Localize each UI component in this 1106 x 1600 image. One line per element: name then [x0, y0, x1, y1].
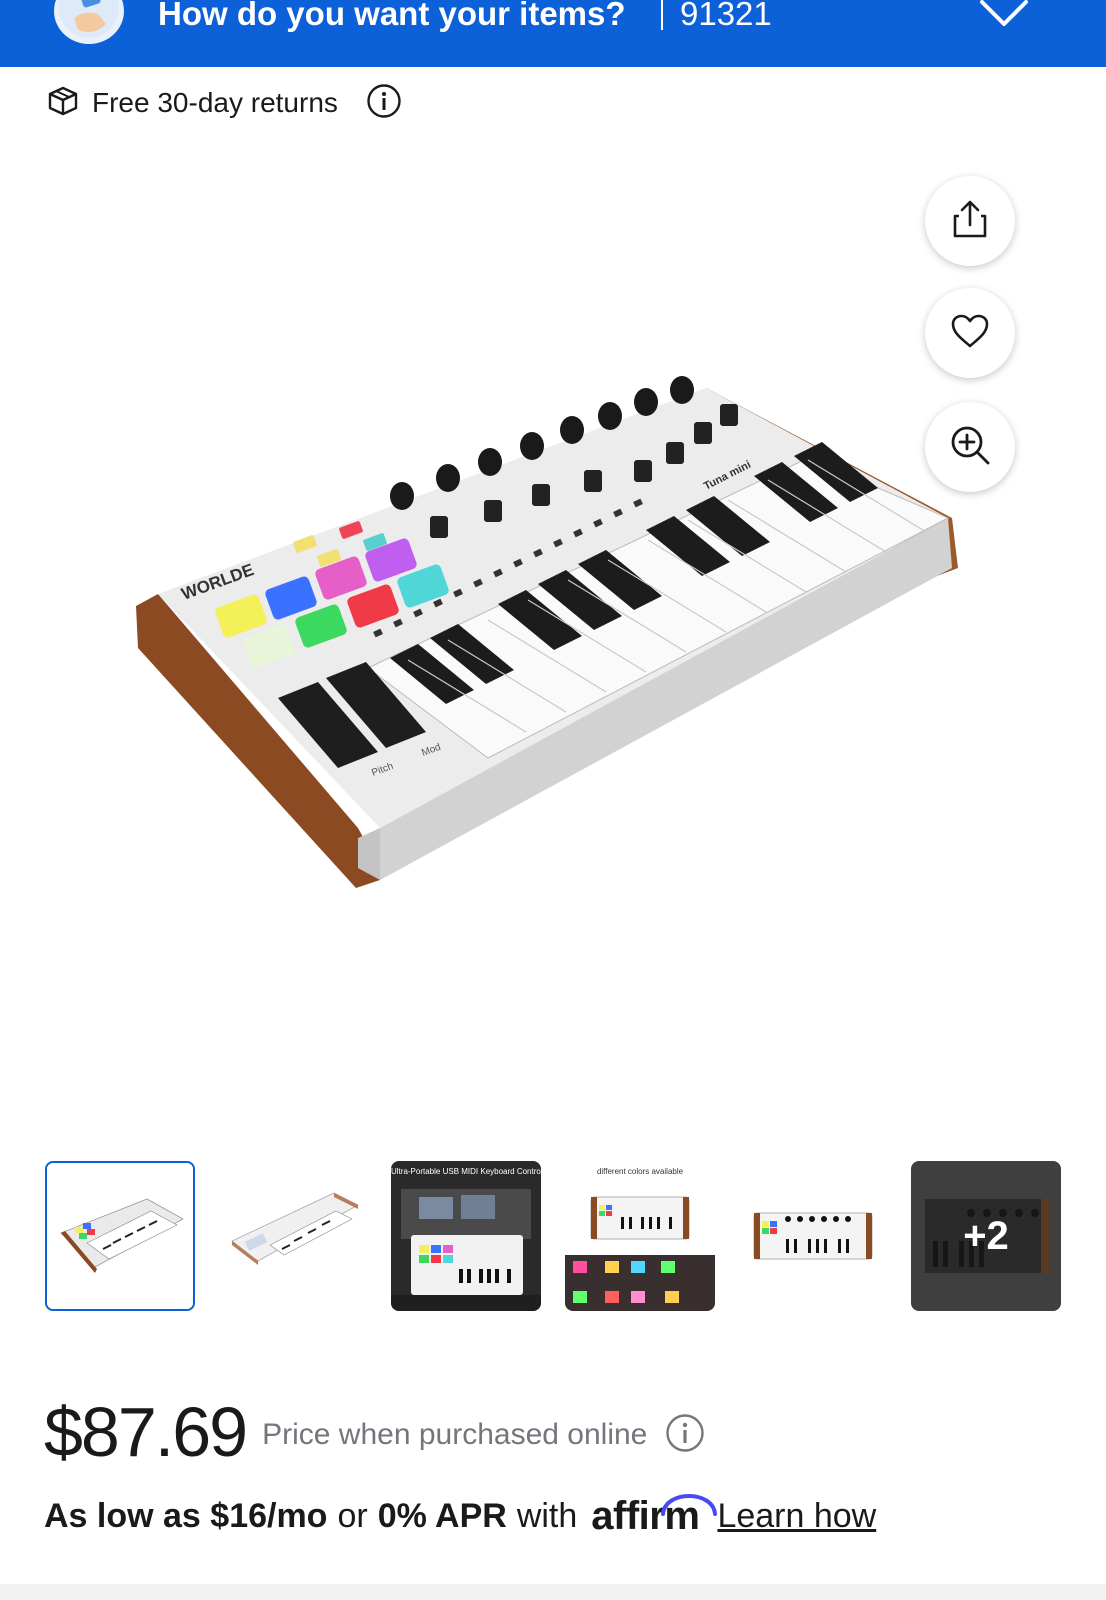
heart-icon — [950, 313, 990, 354]
affirm-logo: affirm — [591, 1494, 718, 1539]
monthly-price: As low as $16/mo — [44, 1496, 328, 1535]
more-images-count: +2 — [963, 1213, 1009, 1258]
thumbnail-more[interactable]: +2 — [911, 1161, 1061, 1311]
header-title: How do you want your items? — [158, 0, 626, 32]
thumbnail-strip: Ultra-Portable USB MIDI Keyboard Control… — [0, 1161, 1106, 1311]
financing-with: with — [516, 1496, 578, 1535]
learn-how-link[interactable]: Learn how — [717, 1497, 876, 1536]
thumbnail-4[interactable]: different colors available — [565, 1161, 715, 1311]
financing-row: As low as $16/mo or 0% APR with affirm L… — [44, 1488, 876, 1544]
share-icon — [951, 199, 989, 244]
zoom-button[interactable] — [925, 402, 1015, 492]
price-note: Price when purchased online — [262, 1418, 648, 1451]
thumbnail-3[interactable]: Ultra-Portable USB MIDI Keyboard Control… — [391, 1161, 541, 1311]
financing-or: or — [337, 1496, 368, 1535]
thumbnail-5[interactable] — [738, 1161, 888, 1311]
bottom-divider — [0, 1584, 1106, 1600]
returns-banner: Free 30-day returns — [46, 82, 402, 124]
returns-label: Free 30-day returns — [92, 87, 338, 118]
share-button[interactable] — [925, 176, 1015, 266]
header-divider — [661, 0, 663, 30]
thumbnail-caption: Ultra-Portable USB MIDI Keyboard Control… — [391, 1167, 541, 1176]
delivery-avatar-icon — [54, 0, 124, 44]
thumbnail-1[interactable] — [45, 1161, 195, 1311]
thumbnail-2[interactable] — [218, 1161, 368, 1311]
return-box-icon — [46, 84, 80, 123]
price: $87.69 — [44, 1393, 248, 1471]
product-image[interactable]: Pitch Mod WORLDE Tuna mini — [118, 368, 998, 908]
info-icon[interactable] — [366, 83, 402, 124]
fulfillment-header[interactable]: How do you want your items? 91321 — [0, 0, 1106, 67]
chevron-down-icon[interactable] — [978, 0, 1030, 33]
thumbnail-caption: different colors available — [596, 1167, 684, 1176]
zoom-in-icon — [949, 424, 991, 471]
info-icon[interactable] — [665, 1413, 705, 1458]
zip-code: 91321 — [680, 0, 772, 32]
price-row: $87.69 Price when purchased online — [44, 1392, 705, 1472]
apr-label: 0% APR — [377, 1496, 507, 1535]
favorite-button[interactable] — [925, 288, 1015, 378]
